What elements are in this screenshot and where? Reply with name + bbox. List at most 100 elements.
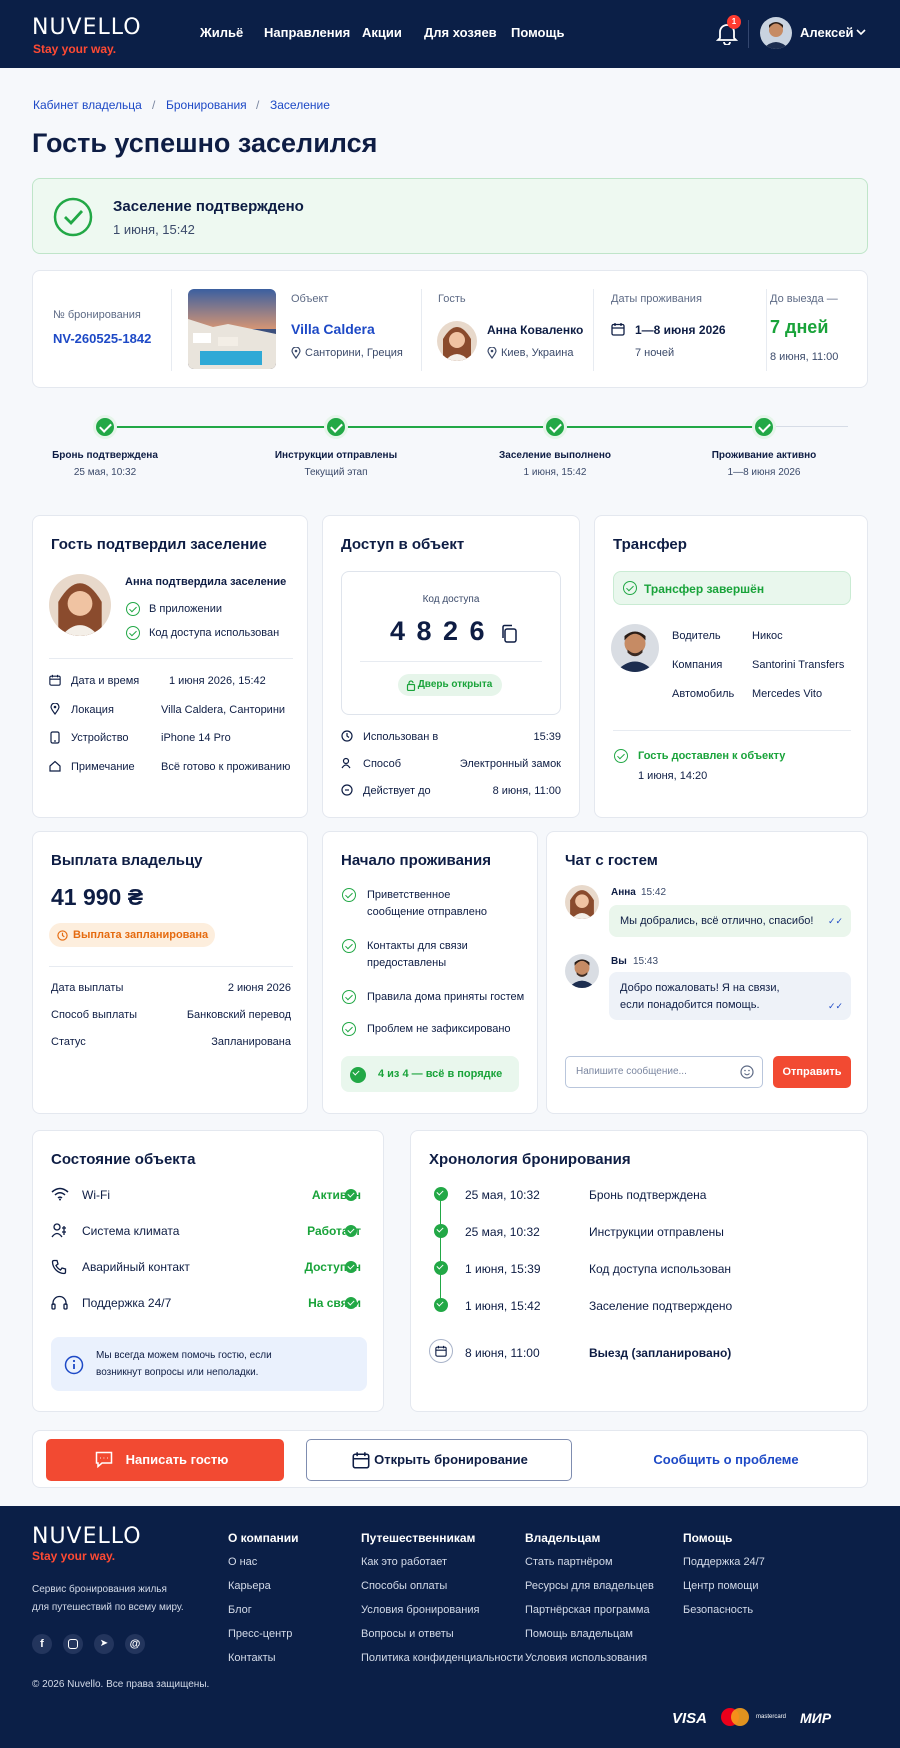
detail-label: Способ выплаты [51, 1009, 138, 1021]
booking-number-label: № бронирования [53, 309, 141, 321]
logo[interactable]: NUVELLO [32, 16, 142, 40]
footer-col-heading: Путешественникам [361, 1531, 476, 1545]
footer-link[interactable]: Партнёрская программа [525, 1604, 650, 1616]
dates-label: Даты проживания [611, 293, 702, 305]
message-time: 15:42 [641, 887, 667, 898]
detail-value: Электронный замок [459, 758, 561, 770]
step-sub: 1 июня, 15:42 [523, 467, 587, 478]
open-booking-button[interactable]: Открыть бронирование [306, 1439, 572, 1481]
code-used-status: Код доступа использован [149, 627, 280, 639]
timeline-event: Инструкции отправлены [589, 1225, 724, 1239]
nav-for-hosts[interactable]: Для хозяев [424, 25, 497, 40]
timeline-event: Выезд (запланировано) [589, 1346, 732, 1360]
nav-deals[interactable]: Акции [362, 25, 402, 40]
check-icon [342, 990, 356, 1004]
footer-link[interactable]: Условия использования [525, 1652, 647, 1664]
footer-link[interactable]: Пресс-центр [228, 1628, 292, 1640]
detail-label: Способ [363, 758, 402, 770]
property-photo[interactable] [188, 289, 276, 369]
user-name[interactable]: Алексей [800, 25, 854, 40]
breadcrumb-owner-cabinet[interactable]: Кабинет владельца [33, 98, 142, 112]
detail-label: Примечание [71, 761, 135, 773]
footer-col-heading: О компании [228, 1531, 299, 1545]
footer-link[interactable]: Политика конфиденциальности [361, 1652, 523, 1664]
calendar-icon [611, 323, 625, 336]
footer-link[interactable]: О нас [228, 1556, 257, 1568]
footer-link[interactable]: Безопасность [683, 1604, 753, 1616]
facebook-icon[interactable]: f [32, 1634, 52, 1654]
read-receipt-icon: ✓✓ [828, 1001, 844, 1011]
detail-label: Действует до [363, 785, 431, 797]
footer-link[interactable]: Вопросы и ответы [361, 1628, 454, 1640]
detail-value: 15:39 [533, 731, 561, 743]
payout-card: Выплата владельцу 41 990 ₴ Выплата запла… [32, 831, 308, 1114]
nav-housing[interactable]: Жильё [200, 25, 243, 40]
card-title: Чат с гостем [565, 852, 658, 869]
breadcrumb-bookings[interactable]: Бронирования [166, 98, 247, 112]
chat-message-input[interactable]: Напишите сообщение... [565, 1056, 763, 1088]
footer-link[interactable]: Поддержка 24/7 [683, 1556, 765, 1568]
timeline-check-icon [434, 1224, 448, 1238]
delivered-time: 1 июня, 14:20 [638, 770, 708, 782]
card-title: Состояние объекта [51, 1151, 196, 1168]
footer-link[interactable]: Блог [228, 1604, 252, 1616]
detail-value: Mercedes Vito [752, 688, 823, 700]
booking-number[interactable]: NV-260525-1842 [53, 331, 151, 346]
check-icon [342, 1022, 356, 1036]
footer-link[interactable]: Карьера [228, 1580, 271, 1592]
property-name[interactable]: Villa Caldera [291, 321, 375, 337]
location-pin-icon [291, 347, 301, 359]
check-circle-icon [53, 197, 93, 237]
timeline-check-icon [434, 1298, 448, 1312]
message-bubble: Добро пожаловать! Я на связи, если понад… [609, 972, 851, 1020]
emoji-icon[interactable] [740, 1065, 754, 1079]
mastercard-wordmark: mastercard [756, 1714, 787, 1720]
input-placeholder: Напишите сообщение... [576, 1066, 687, 1077]
card-title: Доступ в объект [341, 536, 465, 553]
nav-help[interactable]: Помощь [511, 25, 564, 40]
check-icon [345, 1189, 357, 1201]
info-icon [64, 1355, 84, 1375]
telegram-icon[interactable]: ➤ [94, 1634, 114, 1654]
detail-label: Автомобиль [672, 688, 735, 700]
detail-value: Запланирована [211, 1036, 291, 1048]
guest-avatar [565, 885, 599, 919]
transfer-card: Трансфер Трансфер завершён Водитель Нико… [594, 515, 868, 818]
footer-link[interactable]: Условия бронирования [361, 1604, 479, 1616]
step-booking-confirmed-check-icon [93, 415, 117, 439]
copy-icon[interactable] [500, 624, 518, 644]
footer-link[interactable]: Контакты [228, 1652, 276, 1664]
footer-link[interactable]: Ресурсы для владельцев [525, 1580, 654, 1592]
footer-link[interactable]: Как это работает [361, 1556, 447, 1568]
instagram-icon[interactable] [63, 1634, 83, 1654]
info-box: Мы всегда можем помочь гостю, если возни… [51, 1337, 367, 1391]
access-code-box: Код доступа 4 8 2 6 Дверь открыта [341, 571, 561, 715]
footer-link[interactable]: Способы оплаты [361, 1580, 447, 1592]
threads-icon[interactable]: @ [125, 1634, 145, 1654]
guest-label: Гость [438, 293, 466, 305]
guest-avatar [437, 321, 477, 361]
footer-link[interactable]: Центр помощи [683, 1580, 759, 1592]
mir-logo: МИР [800, 1710, 832, 1726]
checkout-time: 8 июня, 11:00 [770, 351, 839, 363]
report-problem-link[interactable]: Сообщить о проблеме [596, 1439, 856, 1481]
footer-logo[interactable]: NUVELLO [32, 1525, 142, 1549]
check-icon [345, 1261, 357, 1273]
nav-destinations[interactable]: Направления [264, 25, 350, 40]
step-checkin-done-check-icon [543, 415, 567, 439]
footer-link[interactable]: Стать партнёром [525, 1556, 613, 1568]
status-label: Wi-Fi [82, 1188, 110, 1202]
property-label: Объект [291, 293, 329, 305]
timeline-date: 1 июня, 15:42 [465, 1299, 541, 1313]
message-time: 15:43 [633, 956, 659, 967]
check-icon [623, 581, 637, 595]
code-label: Код доступа [422, 594, 480, 605]
chevron-down-icon[interactable] [856, 29, 866, 36]
user-avatar[interactable] [760, 17, 792, 49]
detail-label: Локация [71, 704, 114, 716]
status-label: Аварийный контакт [82, 1260, 190, 1274]
write-guest-button[interactable]: Написать гостю [46, 1439, 284, 1481]
footer-link[interactable]: Помощь владельцам [525, 1628, 633, 1640]
checklist-item: Правила дома приняты гостем [367, 991, 525, 1003]
send-button[interactable]: Отправить [773, 1056, 851, 1088]
